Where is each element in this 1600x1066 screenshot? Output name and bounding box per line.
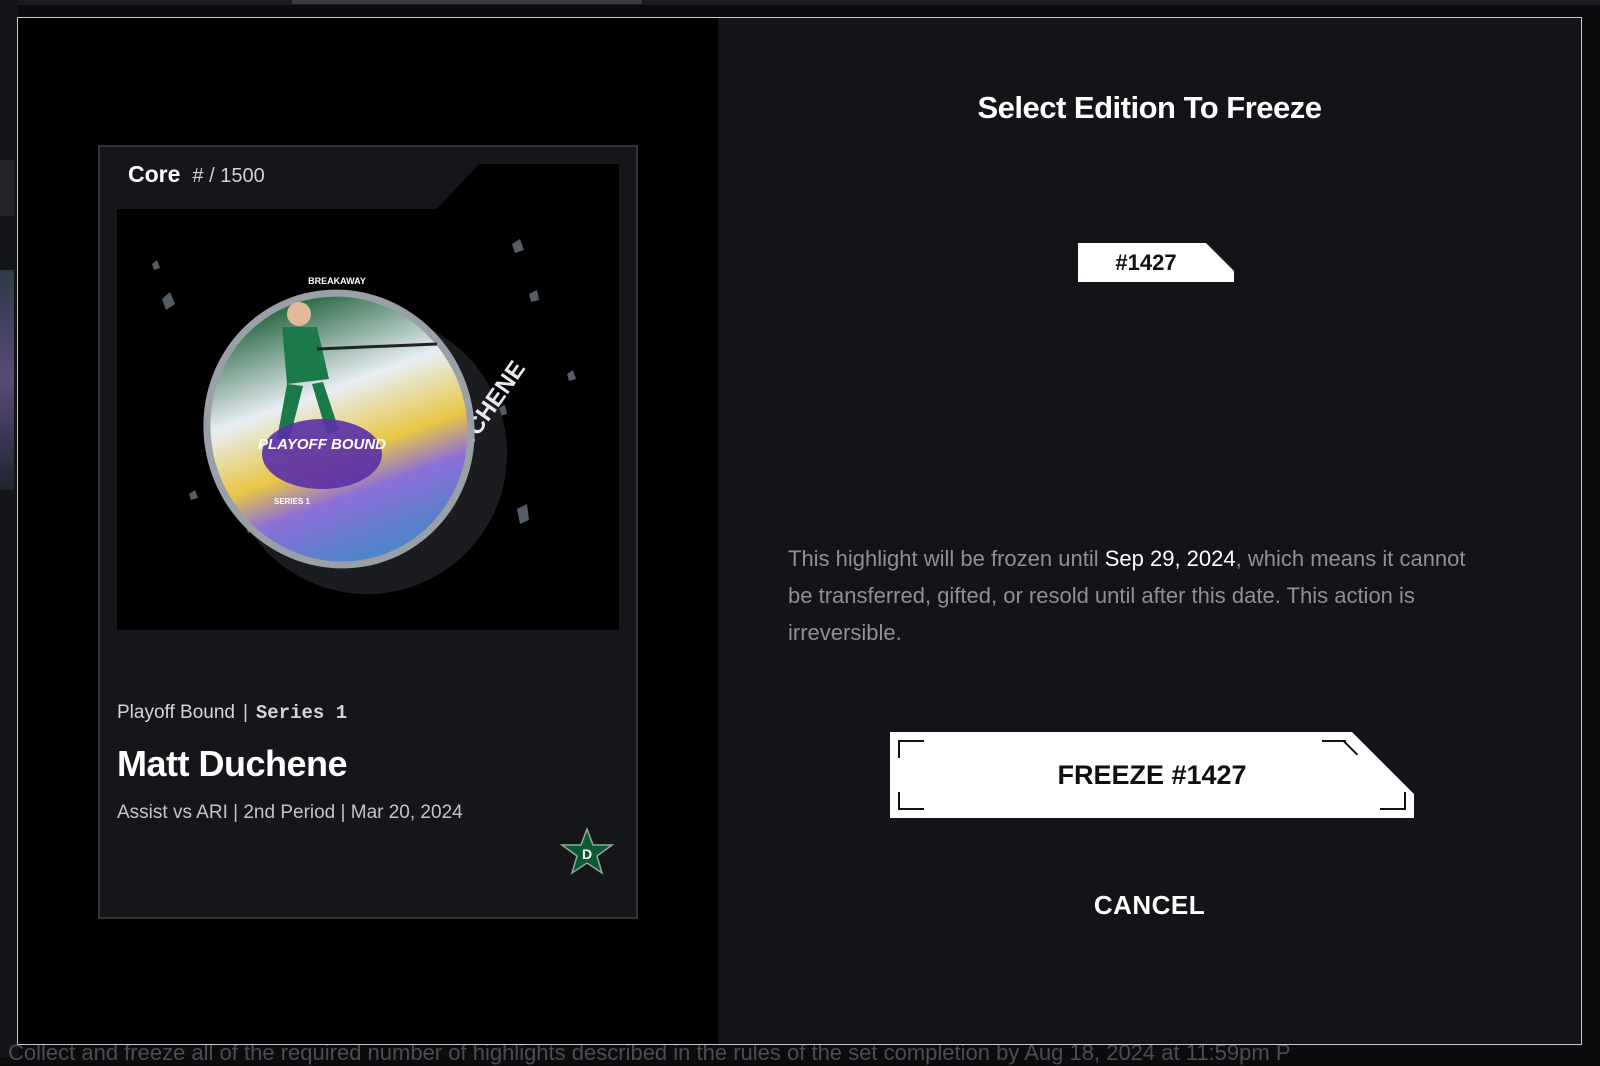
- freeze-until-date: Sep 29, 2024: [1104, 546, 1236, 571]
- series-label: Series 1: [255, 702, 348, 724]
- moment-card: MATT DUCHENE PLAYOFF BOUND: [98, 145, 638, 919]
- description-before: This highlight will be frozen until: [788, 546, 1105, 571]
- svg-text:D: D: [582, 846, 592, 862]
- tier-label: Core: [128, 161, 181, 187]
- set-separator: |: [242, 702, 248, 723]
- card-set-line: Playoff Bound | Series 1: [117, 702, 347, 724]
- corner-accent: [898, 792, 924, 810]
- background-active-tab: [292, 0, 642, 4]
- background-image-fragment: [0, 270, 14, 490]
- freeze-button-label: FREEZE #1427: [1057, 759, 1247, 790]
- card-tier: Core # / 1500: [128, 161, 265, 191]
- serial-count: # / 1500: [192, 165, 265, 187]
- puck-series-text: SERIES 1: [274, 497, 311, 506]
- freeze-modal: MATT DUCHENE PLAYOFF BOUND: [17, 17, 1582, 1045]
- puck-logo-text: PLAYOFF BOUND: [258, 436, 386, 453]
- set-name: Playoff Bound: [117, 702, 235, 723]
- edition-chip[interactable]: #1427: [1078, 243, 1234, 282]
- card-media: MATT DUCHENE PLAYOFF BOUND: [117, 164, 619, 630]
- background-page-edge: [0, 0, 18, 1057]
- puck-brand-text: BREAKAWAY: [308, 276, 366, 286]
- background-top-bar: [0, 0, 1600, 5]
- modal-title: Select Edition To Freeze: [977, 90, 1322, 125]
- modal-selection-pane: Select Edition To Freeze #1427 This high…: [718, 18, 1581, 1044]
- play-details: Assist vs ARI | 2nd Period | Mar 20, 202…: [117, 802, 463, 823]
- hockey-puck-image: MATT DUCHENE PLAYOFF BOUND: [152, 239, 576, 594]
- corner-accent: [898, 740, 924, 758]
- background-card-fragment: [0, 160, 14, 216]
- modal-card-pane: MATT DUCHENE PLAYOFF BOUND: [18, 18, 718, 1044]
- cancel-button[interactable]: CANCEL: [718, 890, 1581, 921]
- player-name: Matt Duchene: [117, 743, 348, 784]
- dallas-stars-logo-icon: D: [560, 827, 614, 875]
- corner-accent: [1380, 792, 1406, 810]
- freeze-button[interactable]: FREEZE #1427: [890, 732, 1414, 818]
- corner-accent: [1322, 740, 1346, 756]
- freeze-description: This highlight will be frozen until Sep …: [788, 540, 1488, 651]
